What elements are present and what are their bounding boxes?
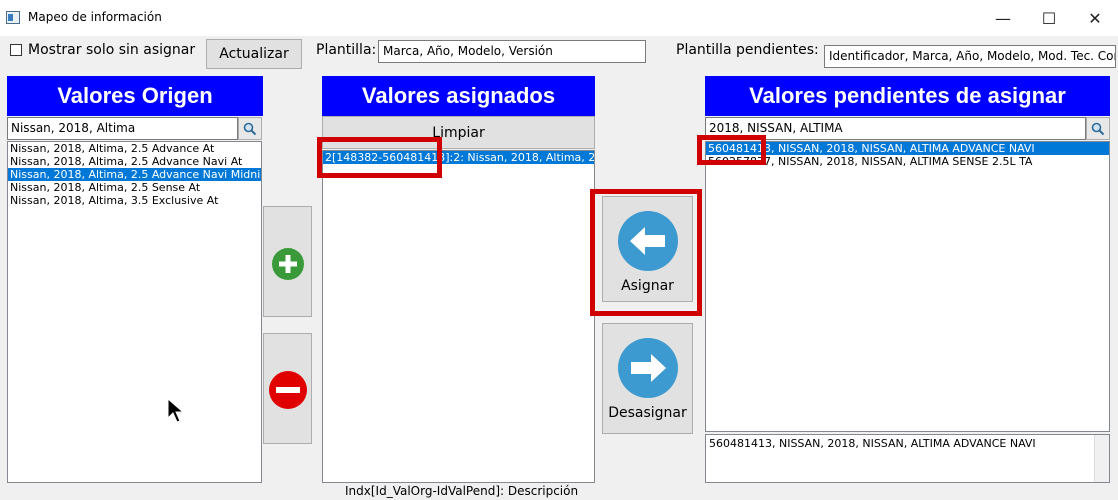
highlight-box — [317, 137, 442, 178]
list-item[interactable]: Nissan, 2018, Altima, 3.5 Exclusive At — [8, 194, 261, 207]
search-icon — [1091, 122, 1105, 135]
pending-template-label: Plantilla pendientes: — [676, 42, 819, 58]
app-icon — [6, 11, 20, 24]
search-icon — [243, 122, 257, 135]
list-item[interactable]: 560257877, NISSAN, 2018, NISSAN, ALTIMA … — [706, 155, 1109, 168]
close-button[interactable]: ✕ — [1072, 0, 1118, 36]
template-input[interactable]: Marca, Año, Modelo, Versión — [378, 40, 646, 63]
list-item[interactable]: Nissan, 2018, Altima, 2.5 Advance Navi M… — [8, 168, 261, 181]
arrow-right-icon — [618, 338, 678, 398]
detail-scrollbar[interactable] — [1094, 435, 1109, 482]
highlight-box — [590, 189, 702, 316]
window-title: Mapeo de información — [28, 10, 162, 24]
list-item[interactable]: Nissan, 2018, Altima, 2.5 Sense At — [8, 181, 261, 194]
footer-legend: Indx[Id_ValOrg-IdValPend]: Descripción — [345, 484, 579, 498]
show-unassigned-checkbox[interactable] — [10, 44, 22, 56]
unassign-label: Desasignar — [608, 405, 687, 421]
pending-header: Valores pendientes de asignar — [705, 76, 1110, 116]
pending-template-input[interactable]: Identificador, Marca, Año, Modelo, Mod. … — [824, 45, 1116, 68]
origin-search-input[interactable]: Nissan, 2018, Altima — [7, 117, 238, 140]
title-bar — [0, 0, 1118, 36]
refresh-button[interactable]: Actualizar — [206, 39, 302, 69]
pending-list[interactable]: 560481413, NISSAN, 2018, NISSAN, ALTIMA … — [705, 141, 1110, 432]
origin-search-button[interactable] — [238, 117, 262, 140]
remove-button[interactable] — [263, 333, 312, 444]
list-item[interactable]: 560481413, NISSAN, 2018, NISSAN, ALTIMA … — [706, 142, 1109, 155]
list-item[interactable]: Nissan, 2018, Altima, 2.5 Advance Navi A… — [8, 155, 261, 168]
highlight-box — [697, 135, 766, 165]
template-label: Plantilla: — [316, 42, 377, 58]
mouse-cursor-icon — [167, 398, 185, 423]
pending-search-button[interactable] — [1086, 117, 1110, 140]
show-unassigned-label: Mostrar solo sin asignar — [28, 42, 196, 58]
pending-detail: 560481413, NISSAN, 2018, NISSAN, ALTIMA … — [705, 434, 1110, 483]
maximize-button[interactable]: ☐ — [1026, 0, 1072, 36]
assigned-list[interactable]: 2[148382-560481413]:2: Nissan, 2018, Alt… — [322, 150, 595, 483]
minimize-button[interactable]: — — [980, 0, 1026, 36]
add-button[interactable] — [263, 206, 312, 317]
minus-icon — [269, 371, 307, 409]
origin-header: Valores Origen — [7, 76, 263, 116]
list-item[interactable]: Nissan, 2018, Altima, 2.5 Advance At — [8, 142, 261, 155]
unassign-button[interactable]: Desasignar — [602, 323, 693, 434]
assigned-header: Valores asignados — [322, 76, 595, 116]
plus-icon — [272, 248, 304, 280]
origin-list[interactable]: Nissan, 2018, Altima, 2.5 Advance At Niss… — [7, 141, 262, 483]
